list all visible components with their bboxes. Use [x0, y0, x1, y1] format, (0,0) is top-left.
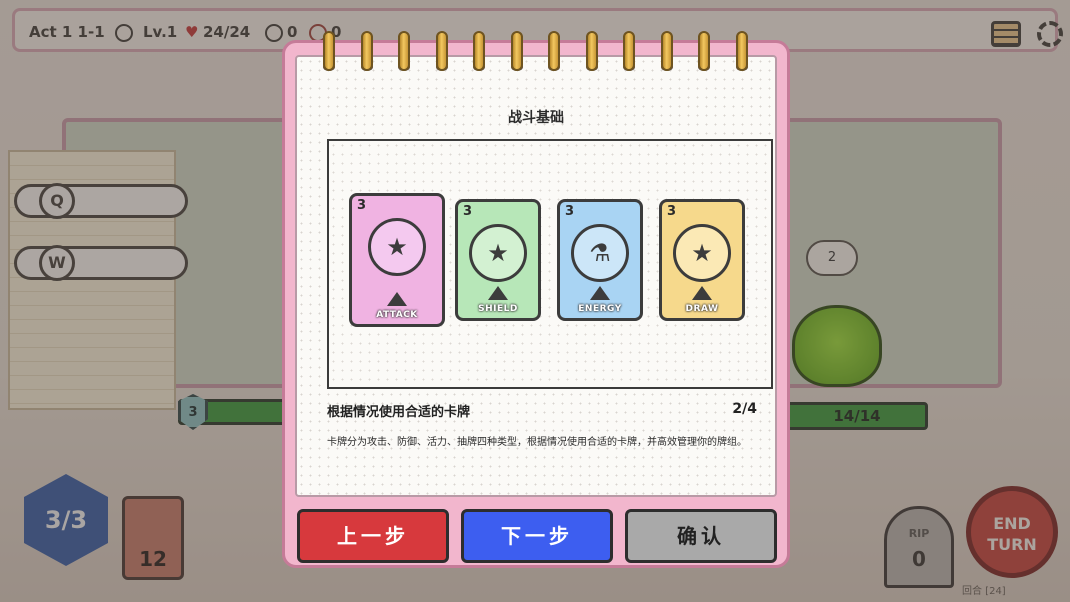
next-step-button[interactable]: 下一步: [461, 509, 613, 563]
card-cost: 3: [463, 204, 473, 219]
card-energy: 3 ⚗ ENERGY: [557, 199, 643, 321]
card-cost: 3: [667, 204, 677, 219]
card-label: DRAW: [685, 304, 719, 314]
card-cost: 3: [565, 204, 575, 219]
card-gem-icon: [488, 286, 508, 300]
step-heading: 根据情况使用合适的卡牌: [327, 405, 471, 420]
card-gem-icon: [590, 286, 610, 300]
card-gem-icon: [692, 286, 712, 300]
step-description: 卡牌分为攻击、防御、活力、抽牌四种类型，根据情况使用合适的卡牌，并高效管理你的牌…: [327, 437, 747, 448]
binder-ring: [735, 31, 748, 71]
tutorial-title: 战斗基础: [508, 110, 564, 126]
binder-ring: [360, 31, 373, 71]
shield-icon: ★: [469, 224, 527, 282]
cards-icon: ★: [673, 224, 731, 282]
binder-ring: [623, 31, 635, 71]
tutorial-paper: 战斗基础 3 ★ ATTACK 3 ★ SHIELD 3 ⚗ ENERGY 3 …: [295, 55, 777, 497]
binder-ring: [585, 31, 598, 71]
binder-ring: [398, 31, 410, 71]
binder-ring: [323, 31, 335, 71]
binder-ring: [548, 31, 560, 71]
binder-ring: [435, 31, 448, 71]
confirm-button[interactable]: 确认: [625, 509, 777, 563]
card-cost: 3: [357, 198, 367, 213]
card-draw: 3 ★ DRAW: [659, 199, 745, 321]
card-shield: 3 ★ SHIELD: [455, 199, 541, 321]
card-illustration: 3 ★ ATTACK 3 ★ SHIELD 3 ⚗ ENERGY 3 ★ DRA…: [327, 139, 773, 389]
binder-ring: [473, 31, 485, 71]
card-label: SHIELD: [478, 304, 518, 314]
card-label: ENERGY: [578, 304, 622, 314]
binder-ring: [660, 31, 673, 71]
card-label: ATTACK: [376, 310, 418, 320]
prev-step-button[interactable]: 上一步: [297, 509, 449, 563]
potion-icon: ⚗: [571, 224, 629, 282]
binder-ring: [510, 31, 523, 71]
star-icon: ★: [368, 218, 426, 276]
tutorial-dialog: 战斗基础 3 ★ ATTACK 3 ★ SHIELD 3 ⚗ ENERGY 3 …: [282, 31, 790, 568]
card-attack: 3 ★ ATTACK: [349, 193, 445, 327]
card-gem-icon: [387, 292, 407, 306]
step-page-indicator: 2/4: [732, 401, 757, 417]
binder-ring: [698, 31, 710, 71]
